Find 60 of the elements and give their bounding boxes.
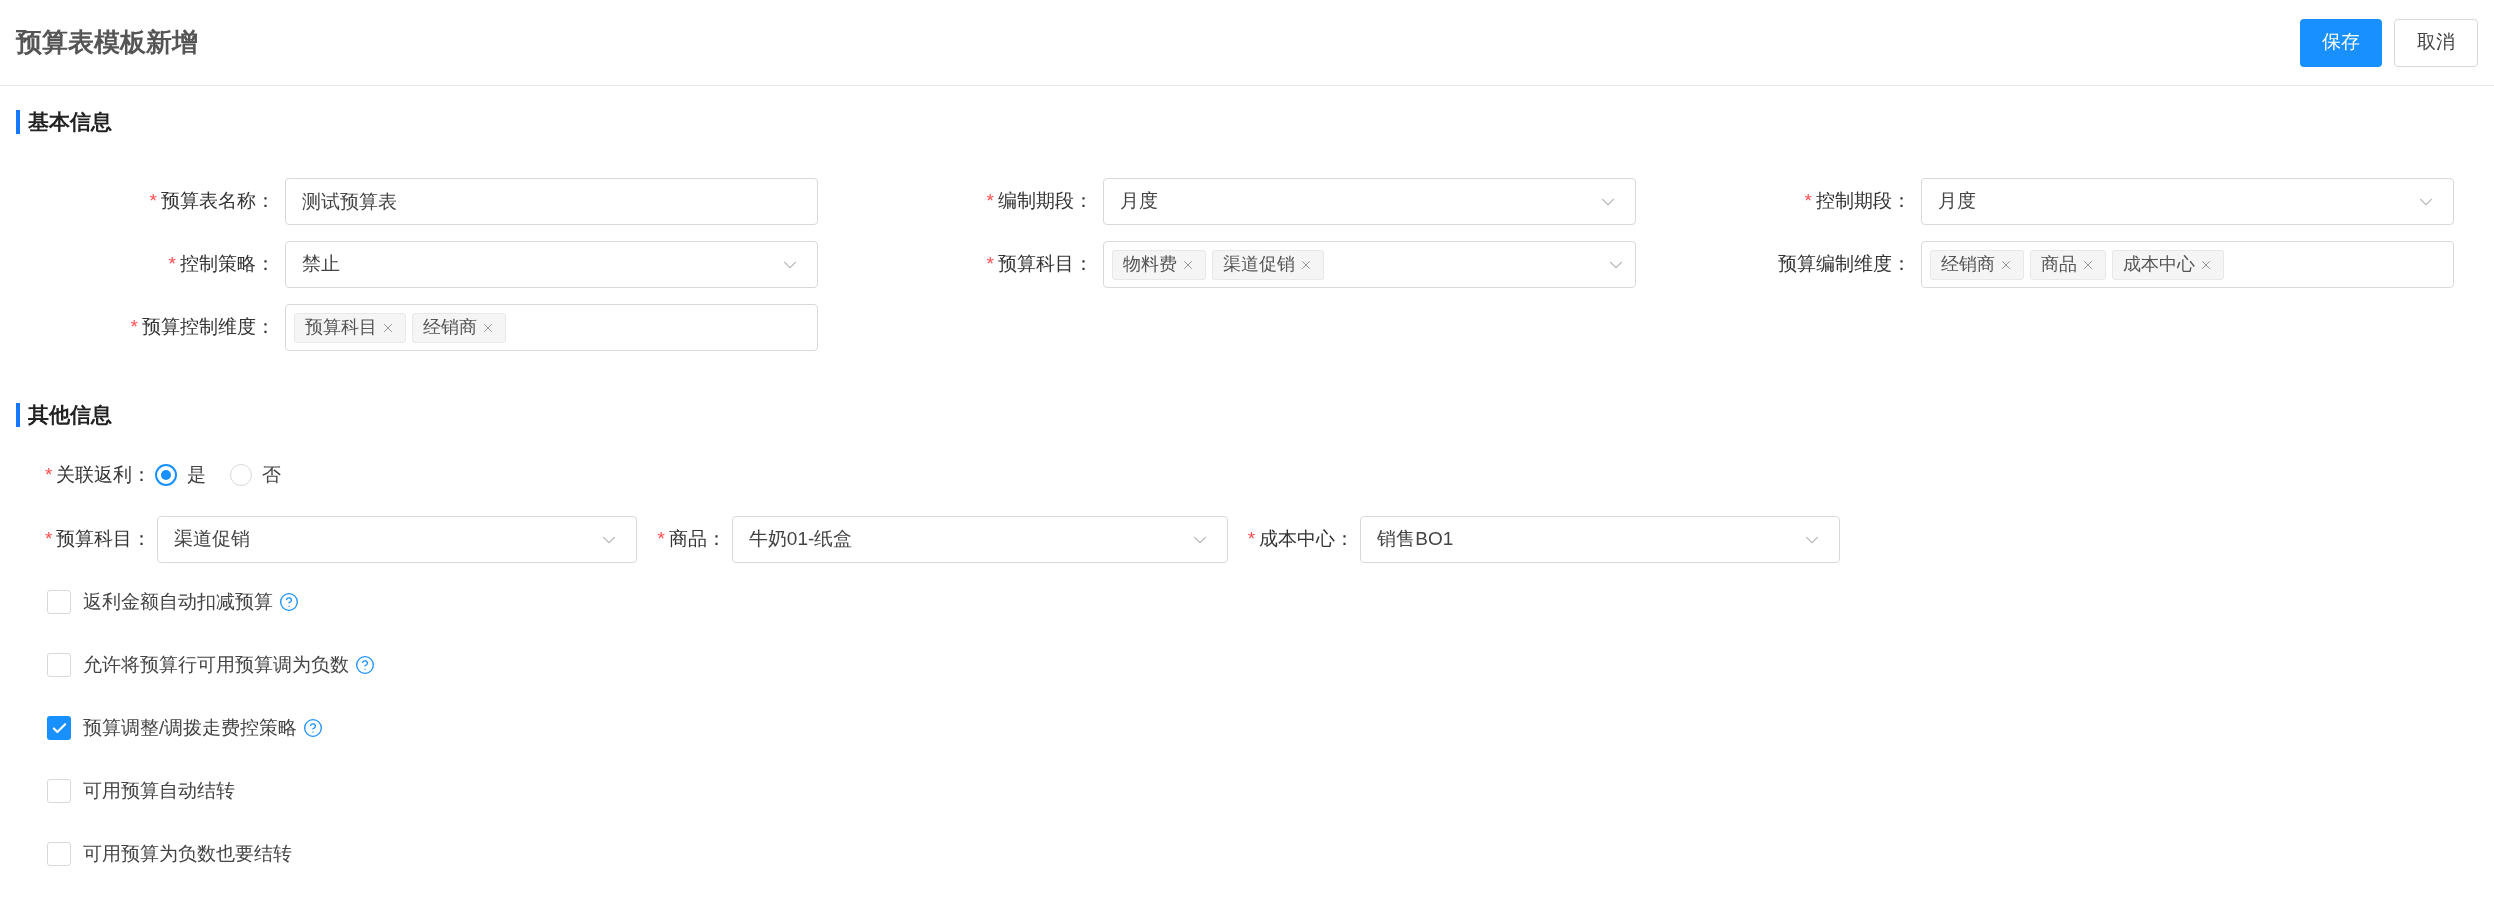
required-asterisk: *	[657, 527, 665, 552]
checkbox-label: 可用预算为负数也要结转	[83, 841, 292, 866]
tag: 物料费	[1112, 249, 1206, 280]
checkbox-label: 预算调整/调拨走费控策略	[83, 715, 298, 740]
select-field[interactable]: 月度	[1921, 178, 2454, 225]
text-input[interactable]: 测试预算表	[285, 178, 818, 225]
field-label: 预算表名称：	[161, 189, 275, 214]
field-label: 预算编制维度：	[1778, 252, 1911, 277]
radio-label: 是	[187, 462, 207, 487]
required-asterisk: *	[149, 189, 157, 214]
field-label: 成本中心：	[1259, 527, 1355, 552]
field-label: 控制期段：	[1816, 189, 1911, 214]
tag: 预算科目	[294, 312, 406, 343]
tag: 经销商	[412, 312, 506, 343]
required-asterisk: *	[1247, 527, 1256, 552]
field-label: 控制策略：	[180, 252, 275, 277]
help-icon[interactable]	[303, 718, 324, 738]
checkbox[interactable]	[47, 779, 71, 803]
required-asterisk: *	[986, 189, 994, 214]
select-field[interactable]: 销售BO1	[1360, 516, 1841, 563]
select-field[interactable]: 月度	[1103, 178, 1636, 225]
tag: 渠道促销	[1212, 249, 1324, 280]
section-title: 基本信息	[28, 109, 112, 136]
field-label: 预算科目：	[56, 527, 152, 552]
required-asterisk: *	[130, 315, 138, 340]
checkbox-label: 允许将预算行可用预算调为负数	[83, 652, 349, 677]
checkbox-label: 可用预算自动结转	[83, 778, 235, 803]
checkbox[interactable]	[47, 716, 71, 740]
field-label: 预算科目：	[998, 252, 1093, 277]
radio-label: 否	[262, 462, 282, 487]
checkbox[interactable]	[47, 842, 71, 866]
checkbox[interactable]	[47, 590, 71, 614]
section-title: 其他信息	[28, 402, 112, 429]
tag: 商品	[2030, 249, 2106, 280]
help-icon[interactable]	[355, 655, 375, 675]
tag: 成本中心	[2112, 249, 2224, 280]
field-label: 预算控制维度：	[142, 315, 275, 340]
required-asterisk: *	[45, 527, 53, 552]
section-marker	[16, 403, 20, 427]
checkbox[interactable]	[47, 653, 71, 677]
field-label: 关联返利：	[56, 462, 152, 487]
required-asterisk: *	[1804, 189, 1812, 214]
checkbox-label: 返利金额自动扣减预算	[83, 589, 273, 614]
tag-select-field[interactable]: 经销商 商品 成本中心	[1921, 241, 2454, 288]
field-label: 商品：	[668, 527, 726, 552]
required-asterisk: *	[986, 252, 994, 277]
help-icon[interactable]	[279, 592, 299, 612]
tag-select-field[interactable]: 物料费 渠道促销	[1103, 241, 1636, 288]
radio-button[interactable]	[155, 464, 178, 486]
page-title: 预算表模板新增	[16, 26, 198, 59]
select-field[interactable]: 牛奶01-纸盒	[731, 516, 1228, 563]
cancel-button[interactable]: 取消	[2394, 18, 2478, 67]
field-label: 编制期段：	[998, 189, 1093, 214]
tag: 经销商	[1930, 249, 2024, 280]
required-asterisk: *	[168, 252, 176, 277]
section-marker	[16, 110, 20, 134]
select-field[interactable]: 渠道促销	[157, 516, 638, 563]
required-asterisk: *	[45, 462, 53, 487]
tag-select-field[interactable]: 预算科目 经销商	[285, 304, 818, 351]
select-field[interactable]: 禁止	[285, 241, 818, 288]
